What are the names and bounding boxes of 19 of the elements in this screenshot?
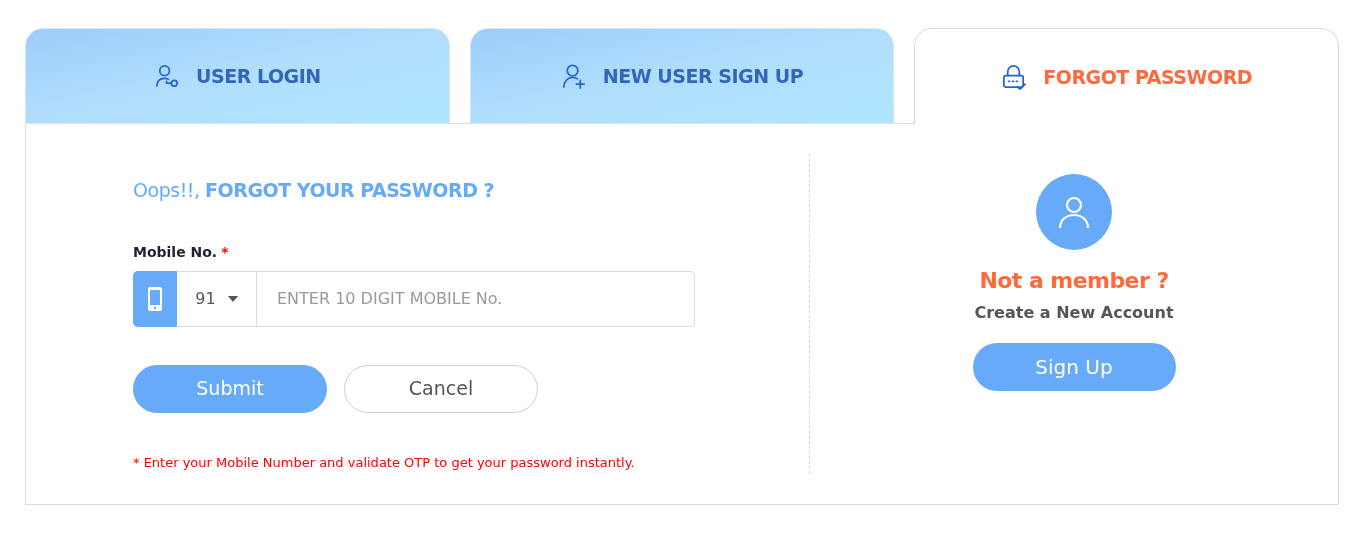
mobile-number-field[interactable]: ENTER 10 DIGIT MOBILE No.	[257, 270, 695, 327]
person-key-icon	[153, 63, 180, 89]
cancel-button[interactable]: Cancel	[344, 364, 538, 413]
sign-up-button[interactable]: Sign Up	[972, 343, 1176, 391]
signup-title: Not a member ?	[979, 267, 1169, 295]
lock-icon	[1001, 64, 1028, 90]
country-code-select[interactable]: 91	[177, 270, 257, 327]
phone-icon	[147, 285, 163, 312]
form-heading: Oops!!, FORGOT YOUR PASSWORD ?	[133, 178, 496, 203]
tab[interactable]: FORGOT PASSWORD	[914, 28, 1339, 125]
field-label: Mobile No.	[133, 242, 218, 262]
caret-icon	[227, 295, 238, 302]
submit-button[interactable]: Submit	[133, 364, 327, 413]
required-mark: *	[221, 242, 229, 262]
help-note: * Enter your Mobile Number and validate OTP to get your password instantly.	[133, 453, 636, 472]
signup-subtitle: Create a New Account	[974, 302, 1174, 324]
tab[interactable]: NEW USER SIGN UP	[469, 28, 895, 124]
person-plus-icon	[560, 63, 587, 89]
tab[interactable]: USER LOGIN	[25, 28, 450, 124]
